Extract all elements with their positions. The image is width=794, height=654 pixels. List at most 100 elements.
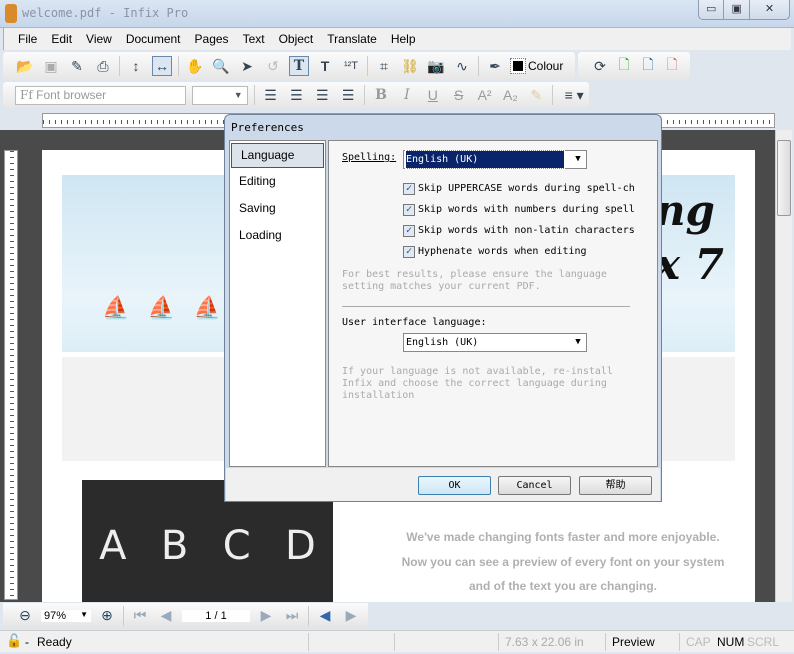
menu-text[interactable]: Text (243, 32, 265, 46)
status-cell (394, 633, 498, 651)
menu-translate[interactable]: Translate (327, 32, 377, 46)
path-icon[interactable]: ∿ (452, 56, 472, 76)
highlight-icon[interactable]: ✎ (526, 85, 546, 105)
hint-line: For best results, please ensure the lang… (342, 269, 607, 280)
zoom-in-icon[interactable]: ⊕ (97, 606, 117, 626)
justify-icon[interactable]: ☰ (338, 85, 358, 105)
unlock-icon: 🔓 (6, 633, 23, 648)
strikethrough-icon[interactable]: S (449, 85, 469, 105)
fit-height-icon[interactable]: ↕ (126, 56, 146, 76)
menu-document[interactable]: Document (126, 32, 181, 46)
cancel-button[interactable]: Cancel (498, 476, 571, 495)
first-page-icon[interactable]: ⏮ (130, 606, 150, 626)
menu-edit[interactable]: Edit (51, 32, 72, 46)
category-language[interactable]: Language (231, 143, 324, 168)
sailboat-image: ⛵ ⛵ ⛵ (102, 295, 221, 320)
extract-page-icon[interactable]: 🗋 (638, 56, 658, 76)
ui-language-select[interactable]: English (UK) ▼ (403, 333, 587, 352)
spelling-select[interactable]: English (UK) ▼ (403, 150, 587, 169)
italic-icon[interactable]: I (397, 85, 417, 105)
vertical-scrollbar[interactable] (775, 130, 792, 602)
dialog-footer: OK Cancel 帮助 (226, 468, 660, 501)
prev-page-icon[interactable]: ◀ (156, 606, 176, 626)
status-bar: 🔓 - Ready 7.63 x 22.06 in Preview CAP NU… (0, 630, 794, 652)
menu-object[interactable]: Object (279, 32, 314, 46)
close-button[interactable]: ✕ (750, 0, 789, 19)
save-as-icon[interactable]: ✎ (67, 56, 87, 76)
subscript-icon[interactable]: A₂ (501, 85, 521, 105)
vertical-ruler (4, 150, 18, 600)
pointer-icon[interactable]: ➤ (237, 56, 257, 76)
camera-icon[interactable]: 📷 (426, 56, 446, 76)
hint-line: Infix and choose the correct language du… (342, 378, 607, 389)
divider (342, 306, 630, 307)
checkbox-label: Skip UPPERCASE words during spell-ch (418, 183, 635, 194)
print-icon[interactable]: ⎙ (93, 56, 113, 76)
bold-icon[interactable]: B (371, 85, 391, 105)
crop-icon[interactable]: ⌗ (374, 56, 394, 76)
align-left-icon[interactable]: ☰ (261, 85, 281, 105)
category-loading[interactable]: Loading (230, 222, 325, 249)
underline-icon[interactable]: U (423, 85, 443, 105)
save-icon[interactable]: ▣ (41, 56, 61, 76)
colour-button[interactable]: Colour (510, 58, 564, 74)
colour-label: Colour (528, 59, 564, 73)
hint-line: installation (342, 390, 415, 398)
ui-language-value: English (UK) (406, 337, 479, 348)
zoom-icon[interactable]: 🔍 (211, 56, 231, 76)
zoom-out-icon[interactable]: ⊖ (15, 606, 35, 626)
back-icon[interactable]: ◀ (315, 606, 335, 626)
menu-pages[interactable]: Pages (195, 32, 229, 46)
delete-page-icon[interactable]: 🗋 (662, 56, 682, 76)
category-saving[interactable]: Saving (230, 195, 325, 222)
preferences-dialog: Preferences Language Editing Saving Load… (224, 114, 662, 502)
rotate-icon[interactable]: ↺ (263, 56, 283, 76)
zoom-select[interactable]: 97% ▼ (41, 609, 91, 622)
status-dash: - (25, 635, 29, 649)
align-center-icon[interactable]: ☰ (287, 85, 307, 105)
replace-page-icon[interactable]: ⟳ (590, 56, 610, 76)
hand-icon[interactable]: ✋ (185, 56, 205, 76)
menu-view[interactable]: View (86, 32, 112, 46)
main-toolbar: 📂 ▣ ✎ ⎙ ↕ ↔ ✋ 🔍 ➤ ↺ T T ¹²T ⌗ ⛓ 📷 ∿ ✒ Co… (3, 52, 575, 80)
numbering-icon[interactable]: ¹²T (341, 56, 361, 76)
language-panel: Spelling: English (UK) ▼ ✓ Skip UPPERCASE … (328, 140, 658, 467)
insert-page-icon[interactable]: 🗋 (614, 56, 634, 76)
separator (119, 56, 120, 76)
font-browser-input[interactable]: Ff Font browser (15, 85, 186, 105)
add-text-icon[interactable]: T (315, 56, 335, 76)
menu-help[interactable]: Help (391, 32, 416, 46)
eyedropper-icon[interactable]: ✒ (485, 56, 505, 76)
open-icon[interactable]: 📂 (15, 56, 35, 76)
separator (552, 85, 554, 105)
title-bar: welcome.pdf - Infix Pro ▭ ▣ ✕ (0, 0, 794, 28)
menu-file[interactable]: File (18, 32, 37, 46)
link-icon[interactable]: ⛓ (400, 56, 420, 76)
hyphenate-checkbox[interactable]: ✓ Hyphenate words when editing (403, 241, 635, 262)
minimize-button[interactable]: ▭ (699, 0, 725, 19)
align-right-icon[interactable]: ☰ (312, 85, 332, 105)
checkbox-label: Skip words with numbers during spell (418, 204, 635, 215)
page-number-input[interactable]: 1 / 1 (182, 609, 250, 622)
separator (364, 85, 366, 105)
next-page-icon[interactable]: ▶ (256, 606, 276, 626)
text-tool-icon[interactable]: T (289, 56, 309, 76)
last-page-icon[interactable]: ⏭ (282, 606, 302, 626)
fit-width-icon[interactable]: ↔ (152, 56, 172, 76)
superscript-icon[interactable]: A² (475, 85, 495, 105)
category-editing[interactable]: Editing (230, 168, 325, 195)
ok-button[interactable]: OK (418, 476, 491, 495)
view-mode: Preview (605, 633, 679, 651)
scrollbar-thumb[interactable] (777, 140, 791, 216)
font-size-select[interactable]: ▼ (191, 85, 248, 105)
forward-icon[interactable]: ▶ (341, 606, 361, 626)
separator (367, 56, 368, 76)
checkbox-group: ✓ Skip UPPERCASE words during spell-ch ✓ S… (403, 178, 635, 262)
maximize-button[interactable]: ▣ (724, 0, 750, 19)
line-spacing-icon[interactable]: ≡ ▾ (559, 85, 589, 105)
help-button[interactable]: 帮助 (579, 476, 652, 495)
skip-uppercase-checkbox[interactable]: ✓ Skip UPPERCASE words during spell-ch (403, 178, 635, 199)
skip-numbers-checkbox[interactable]: ✓ Skip words with numbers during spell (403, 199, 635, 220)
checkbox-label: Skip words with non-latin characters (418, 225, 635, 236)
skip-nonlatin-checkbox[interactable]: ✓ Skip words with non-latin characters (403, 220, 635, 241)
